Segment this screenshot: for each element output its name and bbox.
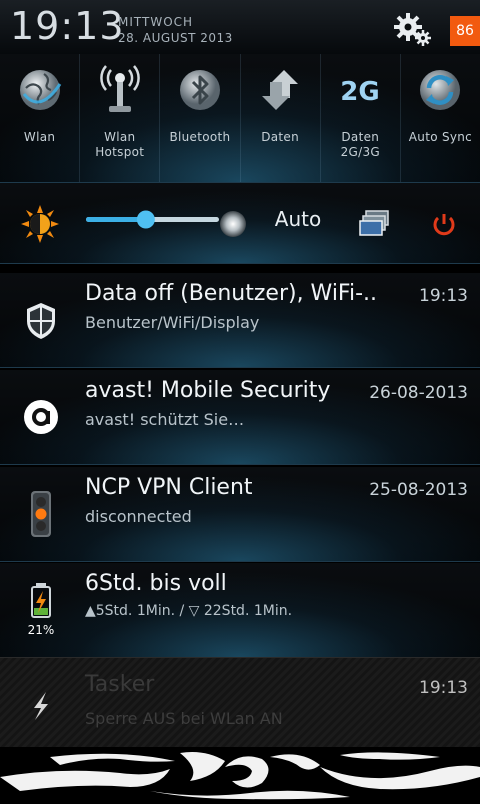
brightness-slider-thumb: [136, 210, 155, 229]
toggle-daten-2g3g[interactable]: 2G Daten 2G/3G: [321, 54, 401, 182]
notification-time: 19:13: [419, 678, 468, 698]
toggle-daten[interactable]: Daten: [241, 54, 321, 182]
toggle-label: Daten 2G/3G: [340, 130, 380, 159]
shield-icon: [27, 303, 55, 339]
notification-tasker[interactable]: Tasker 19:13 Sperre AUS bei WLan AN: [0, 657, 480, 749]
data-arrows-icon: [262, 70, 299, 110]
battery-level-badge: 86: [450, 16, 480, 46]
brightness-slider[interactable]: [86, 210, 219, 229]
toggle-label: Auto Sync: [408, 130, 473, 144]
notification-data-off[interactable]: Data off (Benutzer), WiFi-.. 19:13 Benut…: [0, 273, 480, 368]
notification-text: avast! schützt Sie…: [85, 410, 245, 429]
toggle-wlan-hotspot[interactable]: Wlan Hotspot: [80, 54, 161, 182]
notification-title: 6Std. bis voll: [85, 571, 227, 596]
notification-title: Tasker: [85, 672, 155, 697]
globe-icon: [19, 70, 61, 110]
toggle-label: Bluetooth: [169, 130, 231, 144]
toggle-bluetooth[interactable]: Bluetooth: [160, 54, 241, 182]
quick-toggles: Wlan Wlan Hotspot Bluetooth Daten 2G Dat…: [0, 54, 480, 183]
notification-ncp-vpn[interactable]: NCP VPN Client 25-08-2013 disconnected: [0, 467, 480, 562]
brightness-sun-icon[interactable]: [21, 205, 59, 243]
avast-icon: [24, 400, 58, 434]
status-header: 19:13 MITTWOCH 28. AUGUST 2013 86: [0, 0, 480, 55]
notification-title: NCP VPN Client: [85, 475, 253, 500]
toggle-label: Wlan Hotspot: [95, 130, 145, 159]
notification-time: 26-08-2013: [369, 383, 468, 403]
notification-text: Sperre AUS bei WLan AN: [85, 709, 283, 728]
footer-logo-area: [0, 747, 480, 800]
notification-title: avast! Mobile Security: [85, 378, 331, 403]
notification-text: disconnected: [85, 507, 192, 526]
auto-brightness-orb-icon[interactable]: [214, 205, 252, 243]
settings-gear-icon[interactable]: [393, 10, 431, 46]
traffic-light-icon: [31, 491, 51, 537]
battery-percent: 21%: [27, 623, 55, 637]
notification-time: 25-08-2013: [369, 480, 468, 500]
day-name: MITTWOCH: [118, 15, 194, 29]
2g-icon: 2G: [341, 77, 380, 107]
date: 28. AUGUST 2013: [118, 31, 233, 45]
tribal-logo-icon: [0, 752, 480, 800]
notification-time: 19:13: [419, 286, 468, 306]
bluetooth-icon: [179, 70, 220, 110]
notification-text: Benutzer/WiFi/Display: [85, 313, 260, 332]
tasker-bolt-icon: [34, 692, 48, 720]
toggle-auto-sync[interactable]: Auto Sync: [401, 54, 480, 182]
toggle-label: Daten: [261, 130, 299, 144]
notification-text: ▲5Std. 1Min. / ▽ 22Std. 1Min.: [85, 603, 293, 619]
brightness-row: [0, 183, 480, 264]
battery-charging-icon: [31, 583, 51, 618]
hotspot-antenna-icon: [99, 65, 140, 112]
2g-icon-text: 2G: [341, 77, 380, 107]
power-icon[interactable]: [425, 205, 463, 243]
notification-title: Data off (Benutzer), WiFi-..: [85, 281, 378, 306]
toggle-wlan[interactable]: Wlan: [0, 54, 81, 182]
screens-stack-icon[interactable]: [356, 205, 394, 243]
notification-avast[interactable]: avast! Mobile Security 26-08-2013 avast!…: [0, 370, 480, 465]
sync-icon: [420, 70, 461, 110]
notification-battery[interactable]: 21% 6Std. bis voll ▲5Std. 1Min. / ▽ 22St…: [0, 563, 480, 658]
toggle-label: Wlan: [23, 130, 56, 144]
auto-brightness-label[interactable]: Auto: [260, 207, 336, 231]
clock: 19:13: [10, 4, 125, 48]
